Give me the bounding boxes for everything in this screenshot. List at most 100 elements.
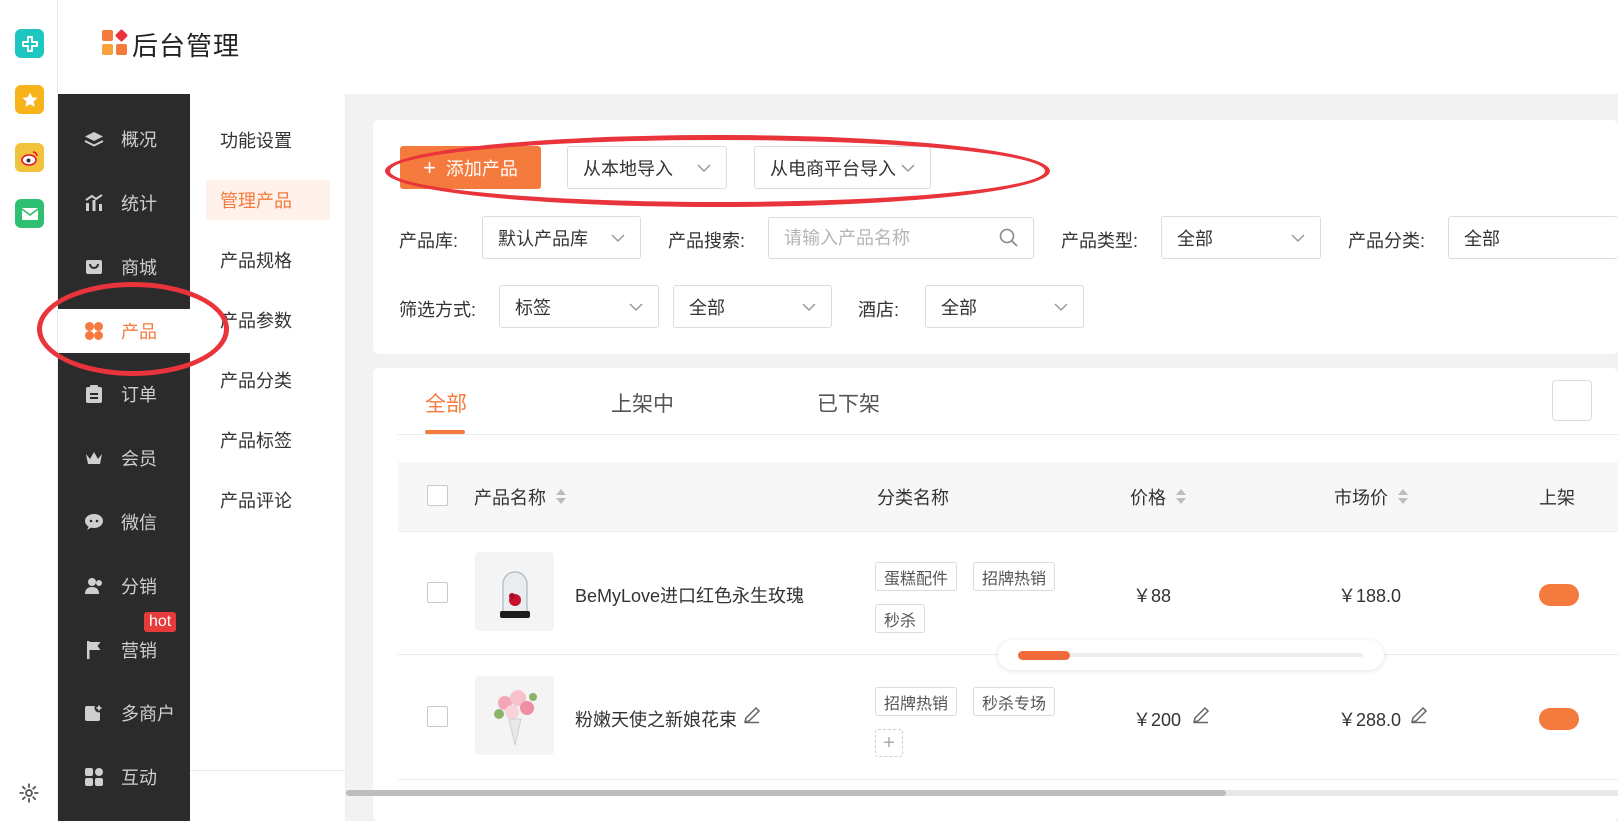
select-all-checkbox[interactable] [427, 485, 448, 506]
library-label: 产品库: [399, 231, 459, 251]
subnav-product-category[interactable]: 产品分类 [206, 360, 330, 400]
product-name[interactable]: BeMyLove进口红色永生玫瑰 [575, 582, 804, 608]
add-product-label: 添加产品 [445, 158, 518, 179]
col-price[interactable]: 价格 [1130, 484, 1186, 510]
nav-item-product[interactable]: 产品 [58, 309, 190, 353]
import-local-dropdown[interactable]: 从本地导入 [567, 146, 727, 189]
row-checkbox[interactable] [427, 582, 448, 603]
column-settings-button[interactable] [1552, 380, 1592, 421]
filter-method-value: 标签 [515, 297, 551, 318]
product-search-input[interactable] [768, 217, 1034, 259]
search-icon[interactable] [998, 227, 1020, 249]
tab-on-shelf[interactable]: 上架中 [611, 388, 674, 418]
nav-item-interaction[interactable]: 互动 [58, 755, 190, 799]
nav-label: 统计 [121, 194, 157, 214]
nav-item-overview[interactable]: 概况 [58, 117, 190, 161]
mail-app-icon[interactable] [15, 199, 44, 228]
top-header: 后台管理 [58, 0, 1618, 94]
chevron-down-icon [611, 234, 625, 243]
grid-icon [83, 320, 105, 342]
nav-item-marketing[interactable]: 营销 [58, 628, 190, 672]
nav-label: 产品 [121, 322, 157, 342]
nav-item-distribution[interactable]: 分销 [58, 564, 190, 608]
nav-item-multi-merchant[interactable]: 多商户 [58, 691, 190, 735]
app-title: 后台管理 [132, 31, 241, 61]
product-thumbnail[interactable] [475, 552, 554, 631]
sort-icon[interactable] [1176, 489, 1186, 505]
category-tag: 招牌热销 [875, 687, 958, 716]
nav-label: 订单 [121, 385, 157, 405]
product-price: ￥88 [1133, 586, 1172, 606]
nav-label: 微信 [121, 513, 157, 533]
subnav-product-tags[interactable]: 产品标签 [206, 420, 330, 460]
row-divider [398, 779, 1618, 780]
chevron-down-icon [802, 303, 816, 312]
nav-item-members[interactable]: 会员 [58, 436, 190, 480]
filter-value-value: 全部 [689, 297, 725, 318]
subnav-manage-products[interactable]: 管理产品 [206, 180, 330, 220]
hotel-select[interactable]: 全部 [925, 285, 1084, 328]
sort-icon[interactable] [1398, 489, 1408, 505]
sub-nav: 功能设置 管理产品 产品规格 产品参数 产品分类 产品标签 产品评论 [190, 94, 346, 821]
nav-label: 多商户 [121, 704, 175, 724]
nav-label: 概况 [121, 130, 157, 150]
sort-icon[interactable] [556, 489, 566, 505]
import-platform-label: 从电商平台导入 [770, 158, 896, 179]
col-market-price[interactable]: 市场价 [1334, 484, 1408, 510]
nav-item-stats[interactable]: 统计 [58, 181, 190, 225]
col-status-label: 上架 [1539, 488, 1575, 508]
type-select[interactable]: 全部 [1161, 216, 1321, 259]
product-thumbnail[interactable] [475, 676, 554, 755]
subnav-feature-settings[interactable]: 功能设置 [206, 120, 330, 160]
product-market-price: ￥188.0 [1338, 586, 1402, 606]
search-label: 产品搜索: [668, 231, 746, 251]
star-app-icon[interactable] [15, 85, 44, 114]
filter-method-label: 筛选方式: [399, 300, 477, 320]
category-value: 全部 [1464, 228, 1500, 249]
edit-name-icon[interactable] [742, 705, 762, 725]
crown-icon [83, 447, 105, 469]
weibo-app-icon[interactable] [15, 143, 44, 172]
filter-method-select[interactable]: 标签 [499, 285, 659, 328]
tab-divider [398, 434, 1618, 435]
chat-icon [83, 511, 105, 533]
row-checkbox[interactable] [427, 706, 448, 727]
category-select[interactable]: 全部 [1448, 216, 1618, 259]
progress-track [1018, 651, 1363, 660]
product-price: ￥200 [1133, 710, 1182, 730]
gear-icon[interactable] [18, 782, 40, 804]
nav-item-orders[interactable]: 订单 [58, 372, 190, 416]
tab-off-shelf[interactable]: 已下架 [817, 388, 880, 418]
nav-item-wechat[interactable]: 微信 [58, 500, 190, 544]
col-name-label: 产品名称 [474, 488, 546, 508]
nav-item-shop[interactable]: 商城 [58, 245, 190, 289]
subnav-product-reviews[interactable]: 产品评论 [206, 480, 330, 520]
horizontal-scrollbar[interactable] [346, 790, 1618, 796]
hotel-label: 酒店: [858, 300, 900, 320]
product-name[interactable]: 粉嫩天使之新娘花束 [575, 706, 737, 732]
import-platform-dropdown[interactable]: 从电商平台导入 [754, 146, 931, 189]
add-tag-button[interactable]: + [875, 729, 903, 757]
edit-price-icon[interactable] [1191, 705, 1211, 725]
col-name[interactable]: 产品名称 [474, 484, 566, 510]
interact-icon [83, 766, 105, 788]
on-shelf-toggle[interactable] [1539, 708, 1579, 730]
col-category-label: 分类名称 [877, 488, 949, 508]
category-label: 产品分类: [1348, 231, 1426, 251]
row-divider [398, 531, 1618, 532]
product-list-card [373, 368, 1618, 821]
subnav-product-specs[interactable]: 产品规格 [206, 240, 330, 280]
edit-market-price-icon[interactable] [1409, 705, 1429, 725]
add-product-button[interactable]: + 添加产品 [400, 146, 541, 189]
on-shelf-toggle[interactable] [1539, 584, 1579, 606]
category-tag: 秒杀 [875, 604, 926, 633]
bouquet-image [493, 689, 537, 745]
plus-cross-app-icon[interactable] [15, 29, 44, 58]
hotel-value: 全部 [941, 297, 977, 318]
category-tag: 招牌热销 [973, 562, 1056, 591]
tab-all[interactable]: 全部 [425, 388, 467, 418]
subnav-product-params[interactable]: 产品参数 [206, 300, 330, 340]
scrollbar-thumb[interactable] [346, 790, 1226, 796]
library-select[interactable]: 默认产品库 [482, 216, 641, 259]
filter-value-select[interactable]: 全部 [673, 285, 832, 328]
